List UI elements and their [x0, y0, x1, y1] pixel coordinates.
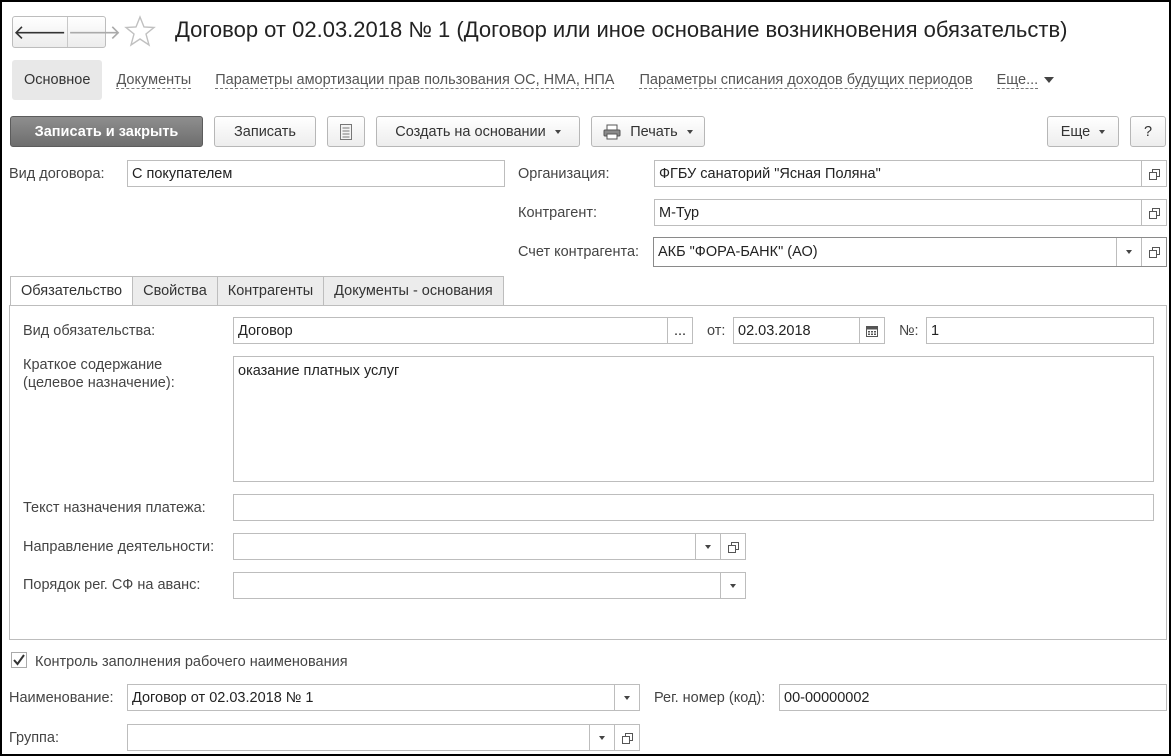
account-open-button[interactable]	[1141, 238, 1166, 266]
control-name-checkbox[interactable]	[11, 652, 27, 668]
list-document-icon	[340, 123, 352, 140]
summary-label-line1: Краткое содержание	[23, 357, 163, 373]
section-tab-main[interactable]: Основное	[12, 60, 103, 100]
more-actions-button[interactable]: Еще	[1047, 116, 1119, 147]
chevron-down-icon	[686, 129, 693, 134]
summary-label-line2: (целевое назначение):	[23, 375, 175, 391]
save-and-close-button[interactable]: Записать и закрыть	[10, 116, 203, 147]
payment-text-field[interactable]	[233, 494, 1154, 521]
name-value: Договор от 02.03.2018 № 1	[132, 689, 314, 706]
contract-type-label: Вид договора:	[9, 166, 105, 182]
open-icon	[728, 541, 739, 553]
contract-type-value: С покупателем	[132, 165, 233, 182]
group-label: Группа:	[9, 730, 59, 746]
tab-base-documents[interactable]: Документы - основания	[323, 276, 504, 306]
organization-field[interactable]: ФГБУ санаторий "Ясная Поляна"	[654, 160, 1167, 187]
chevron-down-icon	[1099, 129, 1106, 134]
control-name-label: Контроль заполнения рабочего наименовани…	[35, 654, 348, 670]
obligation-type-field[interactable]: Договор ...	[233, 317, 693, 344]
organization-value: ФГБУ санаторий "Ясная Поляна"	[659, 165, 881, 182]
group-open-button[interactable]	[614, 725, 639, 750]
number-label: №:	[899, 323, 919, 339]
tab-strip: Обязательство Свойства Контрагенты Докум…	[10, 276, 504, 306]
open-icon	[1149, 207, 1160, 219]
calendar-button[interactable]	[859, 318, 884, 343]
chevron-down-icon	[1044, 77, 1055, 83]
obligation-type-value: Договор	[238, 322, 293, 339]
organization-open-button[interactable]	[1141, 161, 1166, 186]
organization-label: Организация:	[518, 166, 610, 182]
nav-buttons: 🡐 🡒	[12, 16, 121, 48]
name-label: Наименование:	[9, 690, 114, 706]
name-dropdown-button[interactable]	[614, 685, 639, 710]
more-actions-label: Еще	[1060, 123, 1091, 140]
activity-label: Направление деятельности:	[23, 539, 215, 555]
obligation-type-select-button[interactable]: ...	[667, 318, 692, 343]
report-structure-button[interactable]	[327, 116, 365, 147]
printer-icon	[603, 124, 621, 139]
calendar-icon	[866, 325, 878, 337]
counterparty-open-button[interactable]	[1141, 200, 1166, 225]
chevron-down-icon	[554, 129, 561, 134]
print-button[interactable]: Печать	[591, 116, 705, 147]
group-dropdown-button[interactable]	[589, 725, 614, 750]
account-label: Счет контрагента:	[518, 244, 640, 260]
activity-open-button[interactable]	[720, 534, 745, 559]
date-field[interactable]: 02.03.2018	[733, 317, 885, 344]
summary-value: оказание платных услуг	[238, 363, 400, 379]
summary-textarea[interactable]: оказание платных услуг	[233, 356, 1154, 482]
arrow-right-icon: 🡒	[67, 21, 122, 44]
page-title: Договор от 02.03.2018 № 1 (Договор или и…	[175, 17, 1068, 42]
chevron-down-icon	[1126, 250, 1132, 254]
group-field[interactable]	[127, 724, 640, 751]
counterparty-field[interactable]: М-Тур	[654, 199, 1167, 226]
open-icon	[622, 732, 633, 744]
date-value: 02.03.2018	[738, 322, 811, 339]
activity-field[interactable]	[233, 533, 746, 560]
date-label: от:	[707, 323, 726, 339]
regnum-field[interactable]: 00-00000002	[779, 684, 1167, 711]
arrow-left-icon: 🡐	[13, 21, 67, 44]
create-based-on-button[interactable]: Создать на основании	[376, 116, 580, 147]
section-tab-deferred-income[interactable]: Параметры списания доходов будущих перио…	[639, 72, 973, 89]
tab-obligation[interactable]: Обязательство	[10, 276, 133, 306]
activity-dropdown-button[interactable]	[695, 534, 720, 559]
back-button[interactable]: 🡐	[13, 17, 67, 47]
counterparty-value: М-Тур	[659, 204, 700, 221]
account-field[interactable]: АКБ "ФОРА-БАНК" (АО)	[653, 237, 1167, 267]
open-icon	[1149, 247, 1160, 258]
invoice-order-field[interactable]	[233, 572, 746, 599]
chevron-down-icon	[599, 735, 605, 740]
favorite-star-icon[interactable]	[124, 14, 156, 48]
tab-properties[interactable]: Свойства	[132, 276, 217, 306]
invoice-order-dropdown-button[interactable]	[720, 573, 745, 598]
obligation-type-label: Вид обязательства:	[23, 323, 156, 339]
chevron-down-icon	[730, 583, 736, 588]
section-tab-more-label: Еще...	[996, 71, 1039, 89]
name-field[interactable]: Договор от 02.03.2018 № 1	[127, 684, 640, 711]
regnum-value: 00-00000002	[784, 689, 870, 706]
section-tab-documents[interactable]: Документы	[116, 72, 192, 89]
contract-type-field[interactable]: С покупателем	[127, 160, 505, 187]
help-button[interactable]: ?	[1130, 116, 1166, 147]
print-label: Печать	[630, 123, 678, 140]
save-button[interactable]: Записать	[214, 116, 316, 147]
account-dropdown-button[interactable]	[1116, 238, 1141, 266]
regnum-label: Рег. номер (код):	[654, 690, 766, 706]
create-based-on-label: Создать на основании	[395, 123, 546, 140]
forward-button[interactable]: 🡒	[66, 17, 122, 47]
number-field[interactable]: 1	[926, 317, 1154, 344]
section-tabs: Основное Документы Параметры амортизации…	[12, 60, 1055, 100]
tab-counterparties[interactable]: Контрагенты	[216, 276, 324, 306]
section-tab-amortization[interactable]: Параметры амортизации прав пользования О…	[215, 72, 615, 89]
account-value: АКБ "ФОРА-БАНК" (АО)	[658, 244, 818, 260]
chevron-down-icon	[624, 695, 630, 700]
counterparty-label: Контрагент:	[518, 205, 597, 221]
open-icon	[1149, 168, 1160, 180]
payment-text-label: Текст назначения платежа:	[23, 500, 206, 516]
section-tab-more[interactable]: Еще...	[996, 71, 1055, 89]
invoice-order-label: Порядок рег. СФ на аванс:	[23, 577, 201, 593]
chevron-down-icon	[705, 544, 711, 549]
number-value: 1	[931, 322, 940, 339]
